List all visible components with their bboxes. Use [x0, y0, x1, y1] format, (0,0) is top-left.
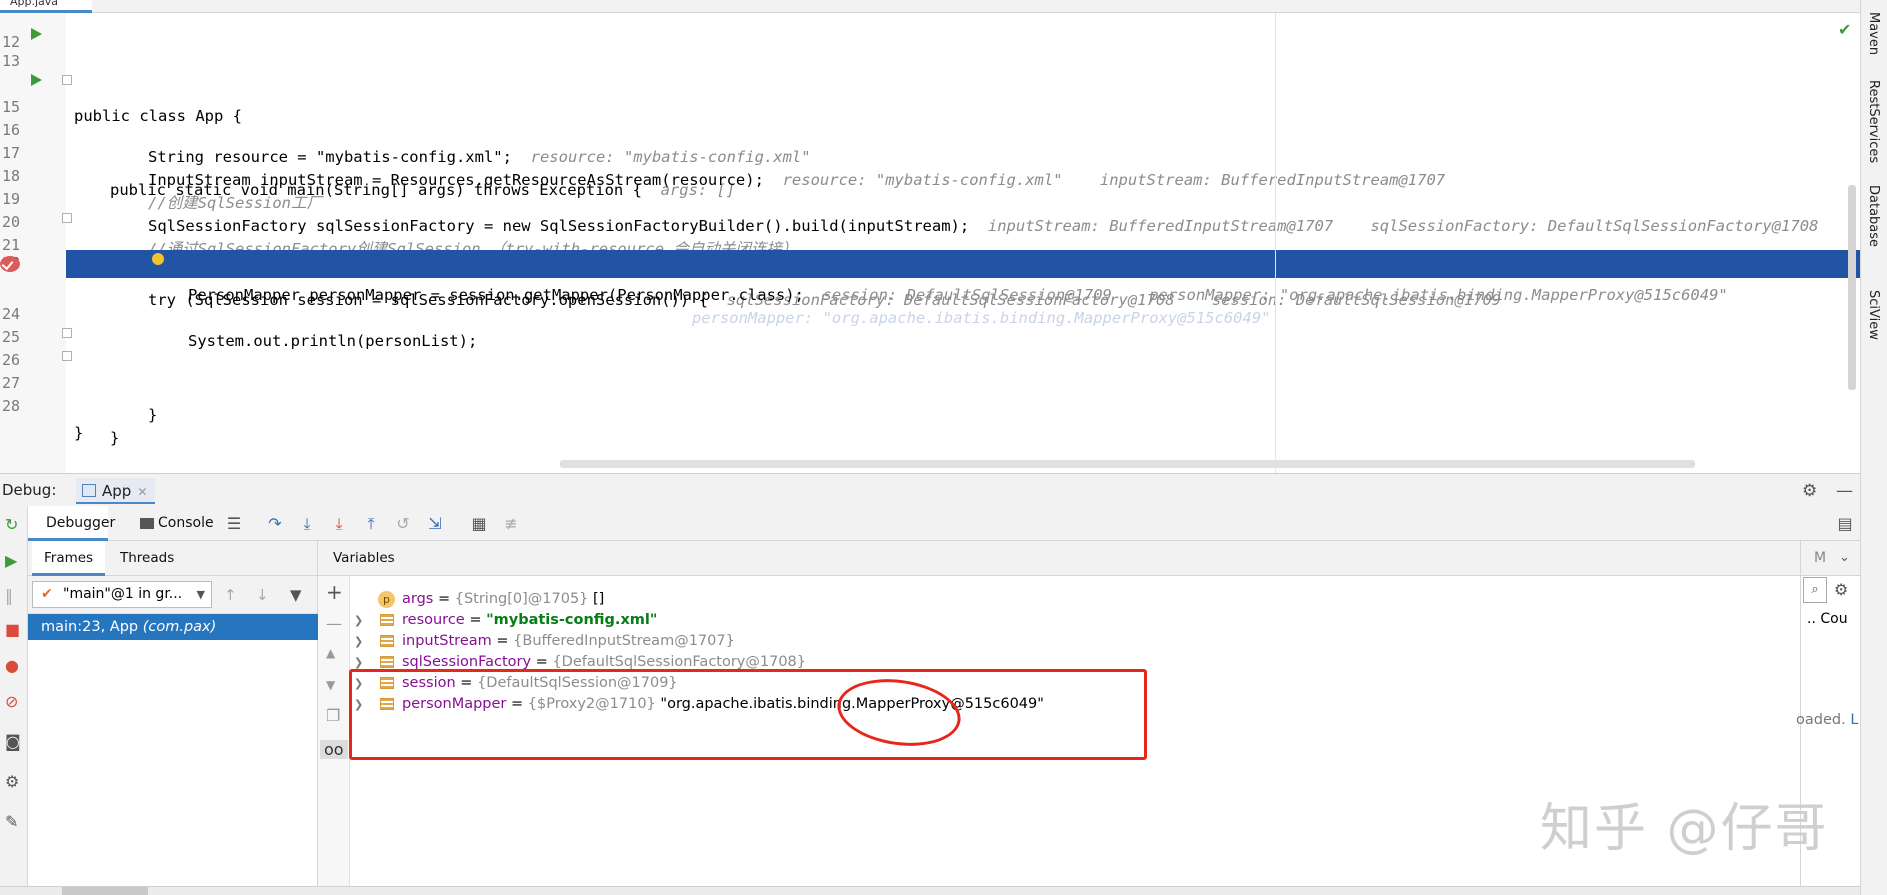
chevron-down-icon: ▼ [196, 588, 205, 601]
gear-icon[interactable]: ⚙ [1834, 580, 1848, 599]
thread-selector-row: ✔ "main"@1 in gr... ▼ ↑ ↓ ▼ [28, 576, 317, 614]
code-editor[interactable]: 12 13 public class App { 15 public stati… [0, 13, 1860, 473]
debug-session-tab[interactable]: App ✕ [76, 478, 156, 504]
tab-debugger[interactable]: Debugger [28, 506, 115, 541]
loaded-link[interactable]: L [1850, 712, 1858, 728]
debug-left-action-bar: ↻ ▶ ‖ ■ ● ⊘ ◙ ⚙ ✎ [0, 506, 28, 886]
menu-icon[interactable]: ☰ [225, 515, 243, 533]
editor-horizontal-scrollbar[interactable] [560, 460, 1695, 468]
sciview-tool-button[interactable]: SciView [1866, 290, 1881, 340]
drop-frame-icon[interactable]: ↺ [394, 515, 412, 533]
field-icon [380, 656, 394, 668]
field-icon [380, 614, 394, 626]
chevron-down-icon[interactable]: ⌄ [1839, 550, 1850, 565]
editor-vertical-scrollbar[interactable] [1848, 185, 1856, 390]
arrow-down-icon[interactable]: ↓ [256, 586, 269, 604]
thread-dropdown[interactable]: ✔ "main"@1 in gr... ▼ [32, 581, 212, 608]
fold-icon[interactable] [62, 213, 72, 223]
camera-icon[interactable]: ◙ [5, 732, 21, 751]
field-icon [380, 635, 394, 647]
pause-icon[interactable]: ‖ [5, 586, 13, 605]
run-gutter-icon[interactable] [31, 28, 42, 40]
code-line-13: 13 public class App { [0, 20, 1860, 125]
application-icon [82, 484, 96, 497]
breakpoint-icon[interactable] [0, 256, 20, 272]
watches-column-row: .. Cou [1807, 611, 1848, 627]
frames-threads-tabs: Frames Threads [28, 541, 317, 576]
right-tool-strip: Maven RestServices Database SciView [1860, 0, 1887, 895]
debug-label: Debug: [2, 481, 57, 499]
annotation-rectangle [349, 669, 1147, 760]
watches-tab-label[interactable]: M [1814, 550, 1826, 566]
gear-icon[interactable]: ⚙ [1802, 481, 1817, 501]
search-icon[interactable]: ⌕ [1803, 577, 1827, 603]
run-to-cursor-icon[interactable]: ⇲ [426, 515, 444, 533]
move-up-icon[interactable]: ▲ [326, 646, 335, 660]
debug-tool-button[interactable] [62, 887, 148, 895]
variables-header: Variables [318, 541, 1800, 576]
loaded-status-text: oaded. L [1796, 712, 1859, 728]
inspection-ok-icon[interactable]: ✔ [1838, 20, 1851, 39]
rerun-icon[interactable]: ↻ [5, 515, 18, 534]
parameter-icon: p [378, 591, 395, 608]
remove-watch-icon[interactable]: — [326, 614, 342, 633]
force-step-into-icon[interactable]: ⤓ [330, 515, 348, 533]
tab-frames[interactable]: Frames [32, 541, 106, 576]
selected-stack-frame[interactable]: main:23, App (com.pax) [28, 614, 318, 640]
fold-icon[interactable] [62, 75, 72, 85]
fold-icon[interactable] [62, 351, 72, 361]
step-into-icon[interactable]: ⤓ [298, 515, 316, 533]
stop-icon[interactable]: ■ [5, 620, 20, 639]
layout-settings-icon[interactable]: ▤ [1836, 515, 1854, 533]
fold-icon[interactable] [62, 328, 72, 338]
move-down-icon[interactable]: ▼ [326, 678, 335, 692]
check-icon: ✔ [41, 586, 53, 602]
bottom-tool-strip [0, 886, 1860, 895]
add-watch-icon[interactable]: + [326, 580, 343, 604]
evaluate-expression-icon[interactable]: ▦ [470, 515, 488, 533]
watermark: 知乎 @仔哥 [1540, 799, 1829, 859]
arrow-up-icon[interactable]: ↑ [224, 586, 237, 604]
right-margin-guide [1275, 13, 1276, 473]
debugger-toolbar: Debugger Console ☰ ↷ ⤓ ⤓ ⤒ ↺ ⇲ ▦ ≢ ▤ [28, 506, 1860, 541]
minimize-icon[interactable]: — [1836, 481, 1853, 501]
console-icon [140, 518, 154, 529]
step-out-icon[interactable]: ⤒ [362, 515, 380, 533]
copy-icon[interactable]: ❐ [326, 706, 340, 725]
view-breakpoints-icon[interactable]: ● [5, 656, 19, 675]
maven-tool-button[interactable]: Maven [1866, 12, 1881, 55]
close-icon[interactable]: ✕ [137, 485, 147, 499]
restservices-tool-button[interactable]: RestServices [1866, 80, 1881, 163]
lightbulb-icon[interactable] [152, 253, 164, 265]
variables-side-toolbar: + — ▲ ▼ ❐ oo [318, 576, 350, 886]
trace-stream-icon[interactable]: ≢ [502, 515, 520, 533]
tab-threads[interactable]: Threads [108, 541, 186, 576]
step-over-icon[interactable]: ↷ [266, 515, 284, 533]
debug-tool-window-header: Debug: App ✕ ⚙ — [0, 473, 1860, 506]
run-gutter-icon[interactable] [31, 74, 42, 86]
database-tool-button[interactable]: Database [1866, 185, 1881, 247]
pin-icon[interactable]: ✎ [5, 812, 18, 831]
code-line-28: 28 } [1, 396, 84, 443]
filter-icon[interactable]: ▼ [290, 586, 302, 604]
frames-pane: Frames Threads ✔ "main"@1 in gr... ▼ ↑ ↓… [28, 541, 318, 886]
watches-glasses-icon[interactable]: oo [320, 740, 348, 759]
tab-console[interactable]: Console [138, 506, 214, 541]
mute-breakpoints-icon[interactable]: ⊘ [5, 692, 18, 711]
settings-icon[interactable]: ⚙ [5, 772, 19, 791]
resume-icon[interactable]: ▶ [5, 551, 17, 570]
watches-header: M ⌄ [1801, 541, 1860, 576]
